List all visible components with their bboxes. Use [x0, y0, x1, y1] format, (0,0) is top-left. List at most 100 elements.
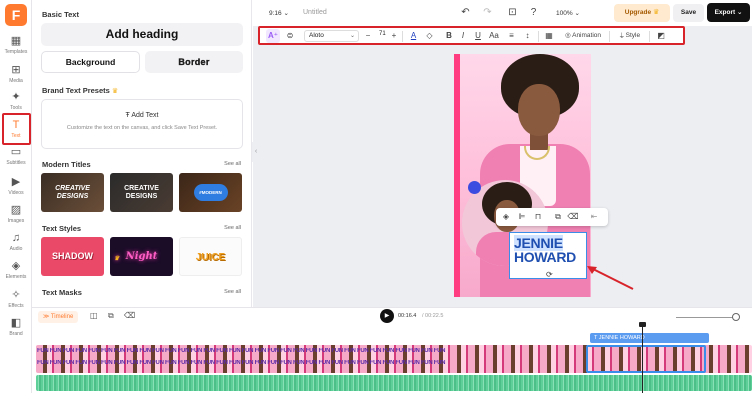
- text-style-juice[interactable]: JUICE: [179, 237, 242, 276]
- opacity-icon[interactable]: ▦: [544, 29, 554, 43]
- background-text-button[interactable]: Background: [41, 51, 140, 73]
- more-icon[interactable]: ⇤: [588, 210, 600, 223]
- subtitles-icon: ▭: [10, 146, 22, 158]
- rail-item-label: Templates: [4, 49, 28, 55]
- duplicate-icon[interactable]: ⧉: [552, 210, 564, 223]
- letter-case-icon[interactable]: Aa: [487, 29, 501, 43]
- playhead[interactable]: [642, 324, 643, 393]
- copy-icon[interactable]: ⧉: [108, 311, 114, 321]
- ai-text-icon[interactable]: A⁺: [266, 29, 280, 43]
- bold-icon[interactable]: B: [444, 29, 454, 43]
- font-size-decrease[interactable]: −: [364, 29, 372, 43]
- chevron-down-icon: ⌄: [574, 10, 580, 17]
- text-clip[interactable]: T JENNIE HOWARD: [590, 333, 709, 343]
- rail-item-subtitles[interactable]: ▭ Subtitles: [0, 144, 32, 172]
- tools-icon: ✦: [11, 91, 21, 103]
- rail-item-elements[interactable]: ◈ Elements: [0, 258, 32, 286]
- collapse-panel-button[interactable]: ‹: [252, 142, 260, 162]
- rail-item-images[interactable]: ▨ Images: [0, 202, 32, 230]
- style-button[interactable]: ⍊ Style: [614, 29, 646, 43]
- highlight-color-icon[interactable]: ◇: [424, 29, 435, 43]
- document-title[interactable]: Untitled: [303, 9, 327, 16]
- undo-icon[interactable]: ↶: [459, 6, 472, 19]
- modern-titles-see-all[interactable]: See all: [224, 161, 241, 167]
- text-panel: Basic Text Add heading Background Border…: [32, 0, 252, 307]
- add-text-preset[interactable]: Ŧ Add Text: [42, 112, 242, 119]
- rail-item-label: Audio: [9, 246, 23, 252]
- rail-item-templates[interactable]: ▦ Templates: [0, 33, 32, 61]
- toolbar-divider: [538, 31, 539, 42]
- text-color-icon[interactable]: A: [408, 29, 419, 43]
- app-logo[interactable]: F: [5, 4, 27, 26]
- font-size-increase[interactable]: +: [390, 29, 398, 43]
- rail-item-audio[interactable]: ♫ Audio: [0, 230, 32, 258]
- split-icon[interactable]: ◫: [90, 311, 98, 320]
- basic-text-title: Basic Text: [42, 10, 79, 19]
- text-line-2: HOWARD: [514, 249, 576, 265]
- text-styles-see-all[interactable]: See all: [224, 225, 241, 231]
- blue-dot-decoration: [468, 181, 481, 194]
- export-button[interactable]: Export ⌄: [707, 3, 750, 22]
- italic-icon[interactable]: I: [458, 29, 468, 43]
- text-masks-see-all[interactable]: See all: [224, 289, 241, 295]
- border-text-button[interactable]: Border: [145, 51, 243, 73]
- trash-icon[interactable]: ⌫: [124, 311, 135, 320]
- text-masks-title: Text Masks: [42, 288, 82, 297]
- align-icon[interactable]: ≡: [506, 29, 517, 43]
- toolbar-divider: [402, 31, 403, 42]
- underline-icon[interactable]: U: [472, 29, 484, 43]
- upgrade-button[interactable]: Upgrade ♛: [614, 4, 670, 22]
- font-size-value[interactable]: 71: [379, 31, 386, 37]
- delete-icon[interactable]: ⌫: [567, 210, 579, 223]
- help-icon[interactable]: ?: [527, 6, 540, 19]
- timeline-zoom-knob[interactable]: [732, 313, 740, 321]
- layers-icon[interactable]: ◈: [500, 210, 512, 223]
- play-button[interactable]: ▶: [380, 309, 394, 323]
- font-family-select[interactable]: Aloto ⌄: [304, 30, 359, 42]
- text-style-shadow[interactable]: SHADOW: [41, 237, 104, 276]
- audio-track[interactable]: [36, 375, 752, 391]
- text-icon: Ŧ: [125, 112, 130, 119]
- selected-video-clip[interactable]: [586, 345, 706, 373]
- rotate-handle-icon[interactable]: ⟳: [546, 270, 553, 279]
- rail-item-videos[interactable]: ▶ Videos: [0, 174, 32, 202]
- animation-button[interactable]: ◎ Animation: [560, 29, 606, 43]
- lock-icon[interactable]: ⊓: [532, 210, 544, 223]
- zoom-select[interactable]: 100% ⌄: [556, 9, 580, 17]
- modern-title-thumb-3[interactable]: #MODERN: [179, 173, 242, 212]
- timeline-zoom-slider[interactable]: [676, 317, 734, 318]
- rail-item-label: Elements: [5, 274, 27, 280]
- selected-text-box[interactable]: JENNIE HOWARD ⟳: [509, 232, 587, 279]
- rail-item-brand[interactable]: ◧ Brand: [0, 315, 32, 343]
- brand-presets-title: Brand Text Presets ♛: [42, 86, 119, 95]
- rail-item-label: Media: [9, 78, 23, 84]
- total-time: / 00:22.5: [422, 313, 444, 319]
- modern-title-thumb-2[interactable]: CREATIVE DESIGNS: [110, 173, 173, 212]
- aspect-ratio-select[interactable]: 9:16 ⌄: [269, 9, 289, 17]
- brand-preset-box[interactable]: Ŧ Add Text Customize the text on the can…: [41, 99, 243, 149]
- brand-style-icon[interactable]: ◩: [654, 29, 668, 43]
- screen-capture-icon[interactable]: ⊡: [506, 6, 519, 19]
- crown-icon: ♛: [652, 9, 660, 16]
- pink-accent-bar: [454, 54, 460, 297]
- left-rail: F ▦ Templates ⊞ Media ✦ Tools T Text ▭ Subtitles ▶…: [0, 0, 32, 393]
- modern-title-thumb-1[interactable]: CREATIVE DESIGNS: [41, 173, 104, 212]
- timeline-toggle[interactable]: ≫ Timeline: [38, 311, 79, 323]
- save-button[interactable]: Save: [673, 4, 704, 22]
- spacing-icon[interactable]: ↕: [522, 29, 533, 43]
- animation-icon: ◎: [564, 32, 571, 39]
- redo-icon[interactable]: ↷: [481, 6, 494, 19]
- text-style-night[interactable]: ♛ Night: [110, 237, 173, 276]
- rail-item-media[interactable]: ⊞ Media: [0, 62, 32, 90]
- video-clip-text: FUN FUN FUN FUN FUN FUN FUN FUN FUN FUN …: [37, 348, 446, 354]
- images-icon: ▨: [10, 204, 22, 216]
- text-toolbar: A⁺ ⊜ Aloto ⌄ − 71 + A ◇ B I U Aa ≡ ↕ ▦ ◎ …: [258, 26, 685, 45]
- crown-icon: ♛: [114, 255, 120, 262]
- rail-item-effects[interactable]: ✧ Effects: [0, 287, 32, 315]
- comment-icon[interactable]: ⊜: [284, 29, 296, 43]
- add-heading-button[interactable]: Add heading: [41, 23, 243, 46]
- chevron-down-icon: ⌄: [283, 10, 289, 17]
- rail-item-label: Brand: [9, 331, 23, 337]
- align-element-icon[interactable]: ⊫: [516, 210, 528, 223]
- effects-icon: ✧: [11, 289, 21, 301]
